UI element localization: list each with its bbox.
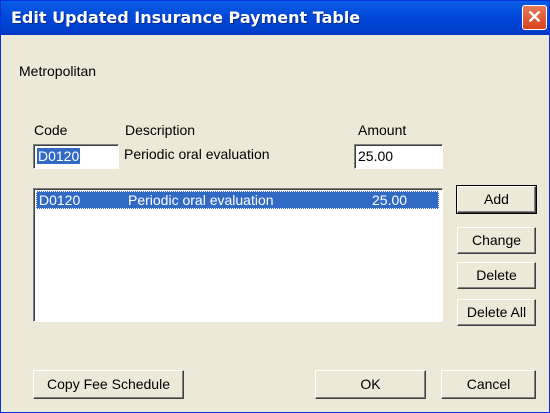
delete-button-label: Delete [476,267,517,283]
list-item-amount: 25.00 [372,192,408,208]
carrier-name: Metropolitan [19,63,97,79]
delete-all-button[interactable]: Delete All [457,299,536,326]
list-item[interactable]: D0120 Periodic oral evaluation 25.00 [36,191,439,209]
window-title: Edit Updated Insurance Payment Table [11,8,361,27]
close-button[interactable]: ✕ [522,5,547,30]
amount-label: Amount [358,122,407,138]
ok-button[interactable]: OK [315,370,426,399]
fee-listbox[interactable]: D0120 Periodic oral evaluation 25.00 [33,188,443,322]
code-label: Code [34,122,68,138]
close-icon: ✕ [526,7,543,27]
copy-fee-schedule-label: Copy Fee Schedule [47,376,170,392]
change-button[interactable]: Change [457,227,536,254]
amount-input[interactable]: 25.00 [354,144,443,169]
change-button-label: Change [471,232,522,248]
copy-fee-schedule-button[interactable]: Copy Fee Schedule [33,370,184,399]
delete-all-button-label: Delete All [466,304,527,320]
list-item-code: D0120 [39,192,81,208]
cancel-button[interactable]: Cancel [441,370,536,399]
description-label: Description [125,122,196,138]
code-input[interactable]: D0120 [33,144,119,169]
add-button-label: Add [484,191,509,207]
cancel-button-label: Cancel [466,376,511,392]
add-button[interactable]: Add [456,185,537,214]
code-value: D0120 [37,148,81,164]
description-field: Periodic oral evaluation [123,143,349,168]
ok-button-label: OK [360,376,381,392]
amount-value: 25.00 [358,148,394,164]
list-item-description: Periodic oral evaluation [128,192,274,208]
delete-button[interactable]: Delete [457,262,536,289]
title-bar[interactable]: Edit Updated Insurance Payment Table ✕ [1,1,549,35]
description-value: Periodic oral evaluation [124,146,270,162]
dialog-window: Edit Updated Insurance Payment Table ✕ M… [0,0,550,413]
